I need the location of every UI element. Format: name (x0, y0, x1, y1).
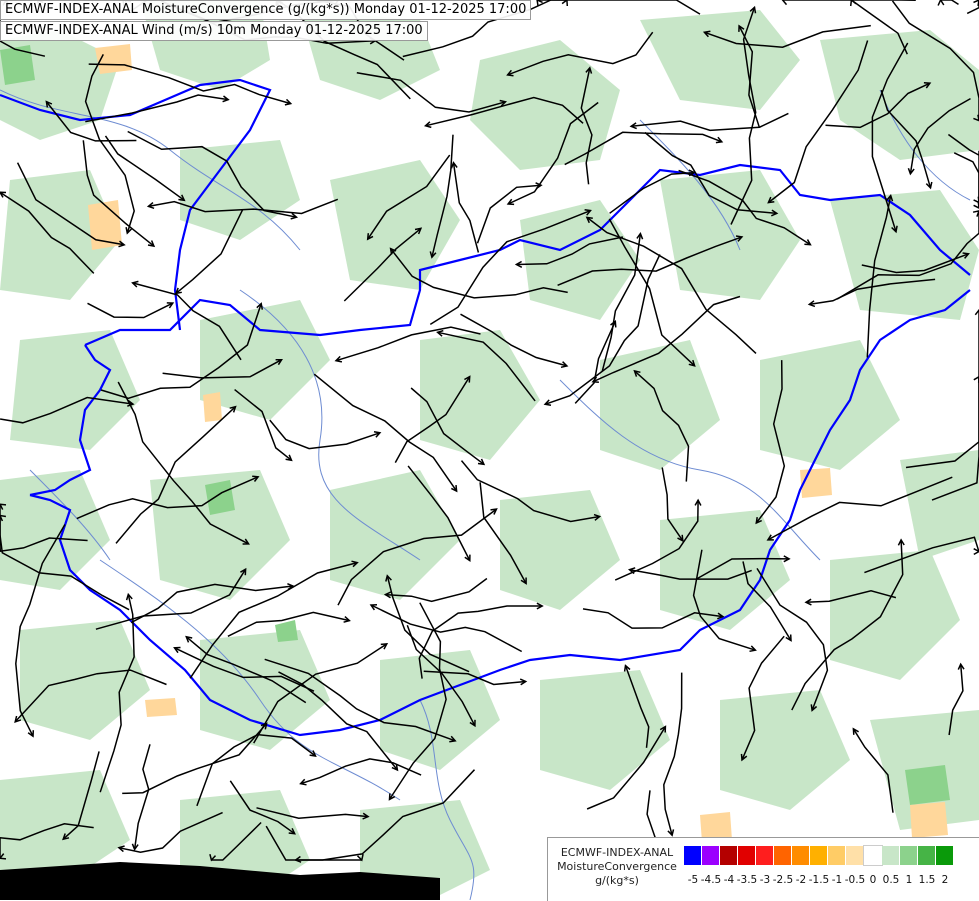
legend-swatch (882, 846, 900, 865)
legend-tick: 1.5 (919, 874, 936, 886)
legend-swatch (900, 846, 918, 865)
legend-tick: -2.5 (773, 874, 794, 886)
legend-swatch (846, 846, 864, 865)
legend-swatch (774, 846, 792, 865)
map-title-wind: ECMWF-INDEX-ANAL Wind (m/s) 10m Monday 0… (0, 21, 428, 41)
legend-tick: -3 (760, 874, 770, 886)
moisture-convergence-map (0, 0, 979, 900)
legend-swatches (684, 846, 954, 865)
legend-model: ECMWF-INDEX-ANAL (552, 846, 682, 860)
legend-tick: -4.5 (701, 874, 722, 886)
legend-parameter: MoistureConvergence (552, 860, 682, 874)
legend-tick: 0 (870, 874, 877, 886)
legend-swatch (918, 846, 936, 865)
legend-swatch (828, 846, 846, 865)
legend-tick: 1 (906, 874, 913, 886)
legend-unit: g/(kg*s) (552, 874, 682, 888)
legend-swatch (684, 846, 702, 865)
legend-swatch (936, 846, 954, 865)
legend-swatch (738, 846, 756, 865)
legend-ticks: -5-4.5-4-3.5-3-2.5-2-1.5-1-0.5 0 0.5 1 1.5 2 (684, 874, 979, 888)
legend-tick: -5 (688, 874, 698, 886)
legend-tick: -2 (796, 874, 806, 886)
legend-swatch (792, 846, 810, 865)
legend-tick: 2 (942, 874, 949, 886)
legend-tick: -4 (724, 874, 734, 886)
legend-tick: -1 (832, 874, 842, 886)
color-legend: ECMWF-INDEX-ANAL MoistureConvergence g/(… (547, 837, 979, 901)
legend-tick: -3.5 (737, 874, 758, 886)
legend-tick: -1.5 (809, 874, 830, 886)
legend-swatch (720, 846, 738, 865)
legend-swatch (810, 846, 828, 865)
legend-swatch (702, 846, 720, 865)
legend-tick: -0.5 (845, 874, 866, 886)
map-title-moisture: ECMWF-INDEX-ANAL MoistureConvergence (g/… (0, 0, 531, 20)
legend-swatch (864, 846, 882, 865)
legend-label: ECMWF-INDEX-ANAL MoistureConvergence g/(… (552, 846, 682, 888)
legend-swatch (756, 846, 774, 865)
legend-tick: 0.5 (883, 874, 900, 886)
